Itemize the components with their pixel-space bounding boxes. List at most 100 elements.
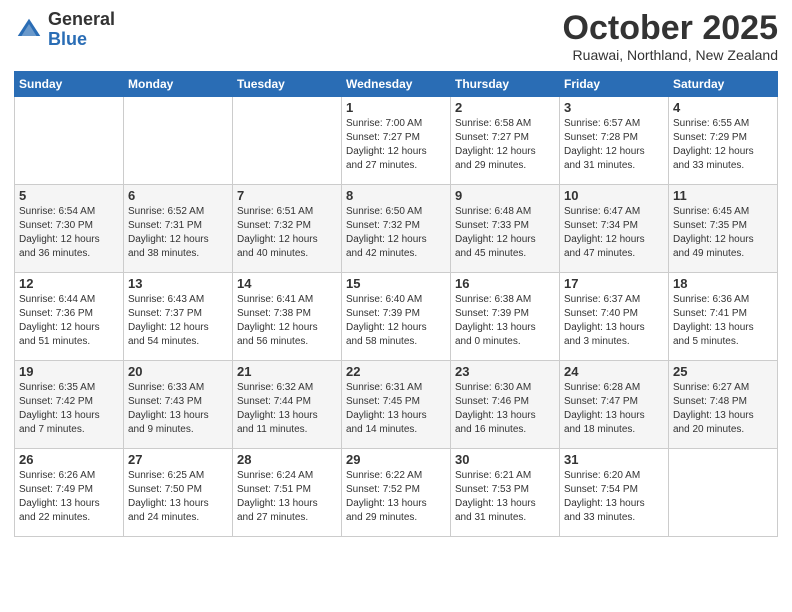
calendar-cell — [233, 97, 342, 185]
calendar-cell: 17 Sunrise: 6:37 AM Sunset: 7:40 PM Dayli… — [560, 273, 669, 361]
day-number: 18 — [673, 276, 773, 291]
day-number: 21 — [237, 364, 337, 379]
page-container: General Blue October 2025 Ruawai, Northl… — [0, 0, 792, 545]
day-number: 17 — [564, 276, 664, 291]
day-detail: Sunrise: 6:47 AM Sunset: 7:34 PM Dayligh… — [564, 206, 645, 259]
day-detail: Sunrise: 6:58 AM Sunset: 7:27 PM Dayligh… — [455, 118, 536, 171]
day-number: 20 — [128, 364, 228, 379]
day-number: 5 — [19, 188, 119, 203]
week-row-4: 19 Sunrise: 6:35 AM Sunset: 7:42 PM Dayli… — [15, 361, 778, 449]
day-number: 31 — [564, 452, 664, 467]
calendar-cell: 30 Sunrise: 6:21 AM Sunset: 7:53 PM Dayli… — [451, 449, 560, 537]
day-number: 26 — [19, 452, 119, 467]
logo-blue: Blue — [48, 29, 87, 49]
day-number: 23 — [455, 364, 555, 379]
day-number: 7 — [237, 188, 337, 203]
calendar-cell: 21 Sunrise: 6:32 AM Sunset: 7:44 PM Dayli… — [233, 361, 342, 449]
day-detail: Sunrise: 6:45 AM Sunset: 7:35 PM Dayligh… — [673, 206, 754, 259]
header-day-thursday: Thursday — [451, 72, 560, 97]
calendar-cell: 8Sunrise: 6:50 AM Sunset: 7:32 PM Daylig… — [342, 185, 451, 273]
day-detail: Sunrise: 6:22 AM Sunset: 7:52 PM Dayligh… — [346, 470, 427, 523]
week-row-3: 12Sunrise: 6:44 AM Sunset: 7:36 PM Dayli… — [15, 273, 778, 361]
calendar-cell: 27 Sunrise: 6:25 AM Sunset: 7:50 PM Dayli… — [124, 449, 233, 537]
day-number: 11 — [673, 188, 773, 203]
calendar-cell — [124, 97, 233, 185]
day-detail: Sunrise: 6:38 AM Sunset: 7:39 PM Dayligh… — [455, 294, 536, 347]
day-detail: Sunrise: 6:48 AM Sunset: 7:33 PM Dayligh… — [455, 206, 536, 259]
header: General Blue October 2025 Ruawai, Northl… — [14, 10, 778, 63]
calendar-cell: 11 Sunrise: 6:45 AM Sunset: 7:35 PM Dayli… — [669, 185, 778, 273]
day-number: 22 — [346, 364, 446, 379]
day-detail: Sunrise: 7:00 AM Sunset: 7:27 PM Dayligh… — [346, 118, 427, 171]
header-day-friday: Friday — [560, 72, 669, 97]
day-number: 13 — [128, 276, 228, 291]
day-detail: Sunrise: 6:37 AM Sunset: 7:40 PM Dayligh… — [564, 294, 645, 347]
calendar-cell: 5 Sunrise: 6:54 AM Sunset: 7:30 PM Daylig… — [15, 185, 124, 273]
calendar-table: SundayMondayTuesdayWednesdayThursdayFrid… — [14, 71, 778, 537]
logo-general: General — [48, 9, 115, 29]
calendar-cell — [15, 97, 124, 185]
calendar-cell: 12Sunrise: 6:44 AM Sunset: 7:36 PM Dayli… — [15, 273, 124, 361]
title-block: October 2025 Ruawai, Northland, New Zeal… — [563, 10, 778, 63]
day-detail: Sunrise: 6:27 AM Sunset: 7:48 PM Dayligh… — [673, 382, 754, 435]
calendar-cell: 1 Sunrise: 7:00 AM Sunset: 7:27 PM Daylig… — [342, 97, 451, 185]
day-detail: Sunrise: 6:21 AM Sunset: 7:53 PM Dayligh… — [455, 470, 536, 523]
header-day-sunday: Sunday — [15, 72, 124, 97]
calendar-cell: 23 Sunrise: 6:30 AM Sunset: 7:46 PM Dayli… — [451, 361, 560, 449]
day-detail: Sunrise: 6:20 AM Sunset: 7:54 PM Dayligh… — [564, 470, 645, 523]
day-detail: Sunrise: 6:24 AM Sunset: 7:51 PM Dayligh… — [237, 470, 318, 523]
day-number: 19 — [19, 364, 119, 379]
day-detail: Sunrise: 6:26 AM Sunset: 7:49 PM Dayligh… — [19, 470, 100, 523]
calendar-cell: 4Sunrise: 6:55 AM Sunset: 7:29 PM Daylig… — [669, 97, 778, 185]
calendar-cell: 9 Sunrise: 6:48 AM Sunset: 7:33 PM Daylig… — [451, 185, 560, 273]
calendar-cell: 7 Sunrise: 6:51 AM Sunset: 7:32 PM Daylig… — [233, 185, 342, 273]
calendar-cell: 19 Sunrise: 6:35 AM Sunset: 7:42 PM Dayli… — [15, 361, 124, 449]
day-detail: Sunrise: 6:33 AM Sunset: 7:43 PM Dayligh… — [128, 382, 209, 435]
day-number: 2 — [455, 100, 555, 115]
day-number: 9 — [455, 188, 555, 203]
day-detail: Sunrise: 6:35 AM Sunset: 7:42 PM Dayligh… — [19, 382, 100, 435]
day-number: 27 — [128, 452, 228, 467]
day-detail: Sunrise: 6:55 AM Sunset: 7:29 PM Dayligh… — [673, 118, 754, 171]
day-detail: Sunrise: 6:41 AM Sunset: 7:38 PM Dayligh… — [237, 294, 318, 347]
day-detail: Sunrise: 6:54 AM Sunset: 7:30 PM Dayligh… — [19, 206, 100, 259]
calendar-cell: 18Sunrise: 6:36 AM Sunset: 7:41 PM Dayli… — [669, 273, 778, 361]
day-detail: Sunrise: 6:57 AM Sunset: 7:28 PM Dayligh… — [564, 118, 645, 171]
calendar-cell: 24 Sunrise: 6:28 AM Sunset: 7:47 PM Dayli… — [560, 361, 669, 449]
calendar-cell: 25Sunrise: 6:27 AM Sunset: 7:48 PM Dayli… — [669, 361, 778, 449]
calendar-cell: 26 Sunrise: 6:26 AM Sunset: 7:49 PM Dayli… — [15, 449, 124, 537]
day-detail: Sunrise: 6:44 AM Sunset: 7:36 PM Dayligh… — [19, 294, 100, 347]
location: Ruawai, Northland, New Zealand — [563, 47, 778, 63]
day-number: 1 — [346, 100, 446, 115]
logo-icon — [14, 15, 44, 45]
month-title: October 2025 — [563, 10, 778, 47]
day-number: 14 — [237, 276, 337, 291]
day-number: 6 — [128, 188, 228, 203]
day-detail: Sunrise: 6:25 AM Sunset: 7:50 PM Dayligh… — [128, 470, 209, 523]
calendar-cell: 2 Sunrise: 6:58 AM Sunset: 7:27 PM Daylig… — [451, 97, 560, 185]
day-number: 24 — [564, 364, 664, 379]
calendar-cell: 29 Sunrise: 6:22 AM Sunset: 7:52 PM Dayli… — [342, 449, 451, 537]
calendar-cell: 31 Sunrise: 6:20 AM Sunset: 7:54 PM Dayli… — [560, 449, 669, 537]
week-row-1: 1 Sunrise: 7:00 AM Sunset: 7:27 PM Daylig… — [15, 97, 778, 185]
day-detail: Sunrise: 6:28 AM Sunset: 7:47 PM Dayligh… — [564, 382, 645, 435]
calendar-cell: 16Sunrise: 6:38 AM Sunset: 7:39 PM Dayli… — [451, 273, 560, 361]
day-detail: Sunrise: 6:31 AM Sunset: 7:45 PM Dayligh… — [346, 382, 427, 435]
calendar-cell — [669, 449, 778, 537]
calendar-cell: 15Sunrise: 6:40 AM Sunset: 7:39 PM Dayli… — [342, 273, 451, 361]
day-detail: Sunrise: 6:32 AM Sunset: 7:44 PM Dayligh… — [237, 382, 318, 435]
calendar-cell: 14 Sunrise: 6:41 AM Sunset: 7:38 PM Dayli… — [233, 273, 342, 361]
day-detail: Sunrise: 6:51 AM Sunset: 7:32 PM Dayligh… — [237, 206, 318, 259]
calendar-cell: 10 Sunrise: 6:47 AM Sunset: 7:34 PM Dayli… — [560, 185, 669, 273]
day-number: 3 — [564, 100, 664, 115]
day-detail: Sunrise: 6:52 AM Sunset: 7:31 PM Dayligh… — [128, 206, 209, 259]
day-number: 10 — [564, 188, 664, 203]
day-number: 29 — [346, 452, 446, 467]
day-number: 30 — [455, 452, 555, 467]
day-detail: Sunrise: 6:30 AM Sunset: 7:46 PM Dayligh… — [455, 382, 536, 435]
calendar-cell: 28Sunrise: 6:24 AM Sunset: 7:51 PM Dayli… — [233, 449, 342, 537]
calendar-cell: 22 Sunrise: 6:31 AM Sunset: 7:45 PM Dayli… — [342, 361, 451, 449]
header-day-monday: Monday — [124, 72, 233, 97]
calendar-cell: 3 Sunrise: 6:57 AM Sunset: 7:28 PM Daylig… — [560, 97, 669, 185]
day-detail: Sunrise: 6:40 AM Sunset: 7:39 PM Dayligh… — [346, 294, 427, 347]
